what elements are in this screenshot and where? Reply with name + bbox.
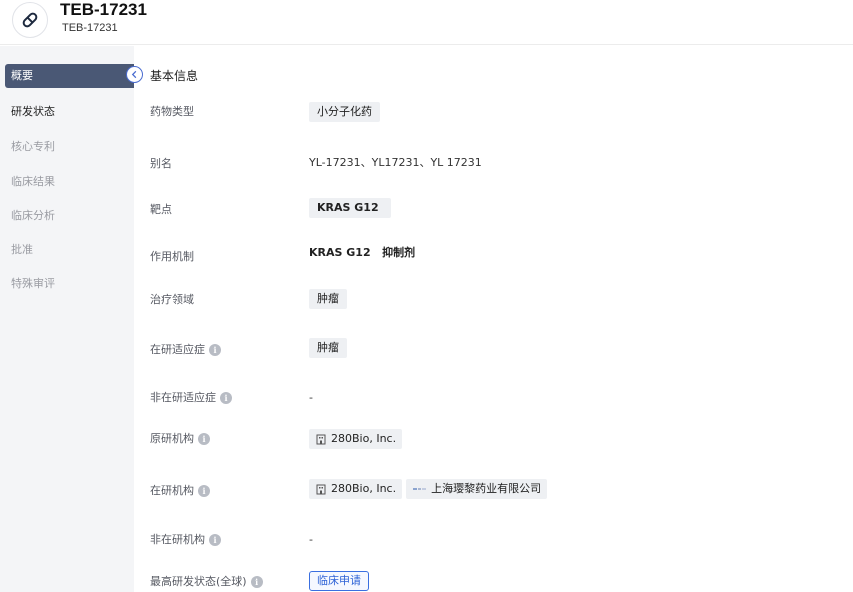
value-target: KRAS G12	[309, 198, 391, 218]
company-logo-icon	[413, 488, 427, 490]
value-drug-type: 小分子化药	[309, 102, 380, 122]
label-highest-status: 最高研发状态(全球) i	[150, 574, 263, 590]
label-drug-type: 药物类型	[150, 104, 194, 120]
sidebar-item-special-review[interactable]: 特殊审评	[5, 272, 134, 296]
label-active-indication: 在研适应症 i	[150, 342, 221, 358]
label-active-org: 在研机构 i	[150, 483, 210, 499]
target-tag[interactable]: KRAS G12	[309, 198, 391, 218]
drug-type-tag[interactable]: 小分子化药	[309, 102, 380, 122]
value-alias: YL-17231、YL17231、YL 17231	[309, 153, 482, 173]
sidebar-nav: 概要 研发状态 核心专利 临床结果 临床分析 批准 特殊审评	[0, 46, 134, 592]
label-text: 原研机构	[150, 432, 194, 445]
active-org-tag[interactable]: 上海璎黎药业有限公司	[406, 479, 548, 499]
page-subtitle: TEB-17231	[62, 22, 118, 34]
value-inactive-indication: -	[309, 388, 313, 408]
label-therapy-area: 治疗领域	[150, 292, 194, 308]
label-inactive-org: 非在研机构 i	[150, 532, 221, 548]
label-text: 治疗领域	[150, 293, 194, 306]
label-text: 在研适应症	[150, 343, 205, 356]
label-originator: 原研机构 i	[150, 431, 210, 447]
therapy-area-tag[interactable]: 肿瘤	[309, 289, 347, 309]
org-name: 280Bio, Inc.	[331, 482, 397, 495]
value-active-indication: 肿瘤	[309, 338, 347, 358]
info-icon[interactable]: i	[209, 344, 221, 356]
alias-text: YL-17231、YL17231、YL 17231	[309, 156, 482, 169]
value-mechanism: KRAS G12 抑制剂	[309, 243, 415, 263]
originator-org-tag[interactable]: 280Bio, Inc.	[309, 429, 403, 449]
value-therapy-area: 肿瘤	[309, 289, 347, 309]
value-inactive-org: -	[309, 530, 313, 550]
label-text: 最高研发状态(全球)	[150, 575, 247, 588]
sidebar-item-clinical-analysis[interactable]: 临床分析	[5, 204, 134, 228]
sidebar-item-rd-status[interactable]: 研发状态	[5, 100, 134, 124]
status-badge[interactable]: 临床申请	[309, 571, 369, 591]
org-name: 上海璎黎药业有限公司	[431, 482, 542, 495]
inactive-org-text: -	[309, 533, 313, 546]
label-text: 非在研适应症	[150, 391, 216, 404]
drug-logo	[12, 2, 48, 38]
info-icon[interactable]: i	[198, 433, 210, 445]
drug-header: TEB-17231 TEB-17231	[0, 0, 853, 45]
info-icon[interactable]: i	[250, 576, 263, 588]
label-text: 药物类型	[150, 105, 194, 118]
value-highest-status: 临床申请	[309, 571, 369, 591]
label-text: 别名	[150, 157, 172, 170]
sidebar-item-overview[interactable]: 概要	[5, 64, 134, 88]
active-indication-tag[interactable]: 肿瘤	[309, 338, 347, 358]
info-icon[interactable]: i	[198, 485, 210, 497]
sidebar-item-approval[interactable]: 批准	[5, 238, 134, 262]
mechanism-text[interactable]: KRAS G12 抑制剂	[309, 243, 415, 263]
label-target: 靶点	[150, 202, 172, 218]
inactive-indication-text: -	[309, 391, 313, 404]
building-icon	[316, 434, 326, 444]
label-inactive-indication: 非在研适应症 i	[150, 390, 232, 406]
page-title: TEB-17231	[60, 0, 147, 19]
chevron-left-icon	[131, 70, 137, 79]
org-name: 280Bio, Inc.	[331, 432, 397, 445]
sidebar-item-core-patents[interactable]: 核心专利	[5, 135, 134, 159]
info-icon[interactable]: i	[220, 392, 232, 404]
label-text: 作用机制	[150, 250, 194, 263]
label-mechanism: 作用机制	[150, 249, 194, 265]
sidebar-collapse-button[interactable]	[126, 66, 143, 83]
sidebar-item-clinical-results[interactable]: 临床结果	[5, 170, 134, 194]
label-alias: 别名	[150, 156, 172, 172]
info-icon[interactable]: i	[209, 534, 221, 546]
section-title-basic-info: 基本信息	[150, 69, 199, 83]
value-active-org: 280Bio, Inc. 上海璎黎药业有限公司	[309, 479, 548, 499]
label-text: 在研机构	[150, 484, 194, 497]
label-text: 非在研机构	[150, 533, 205, 546]
value-originator: 280Bio, Inc.	[309, 429, 403, 449]
building-icon	[316, 484, 326, 494]
pill-icon	[22, 12, 38, 28]
active-org-tag[interactable]: 280Bio, Inc.	[309, 479, 403, 499]
label-text: 靶点	[150, 203, 172, 216]
